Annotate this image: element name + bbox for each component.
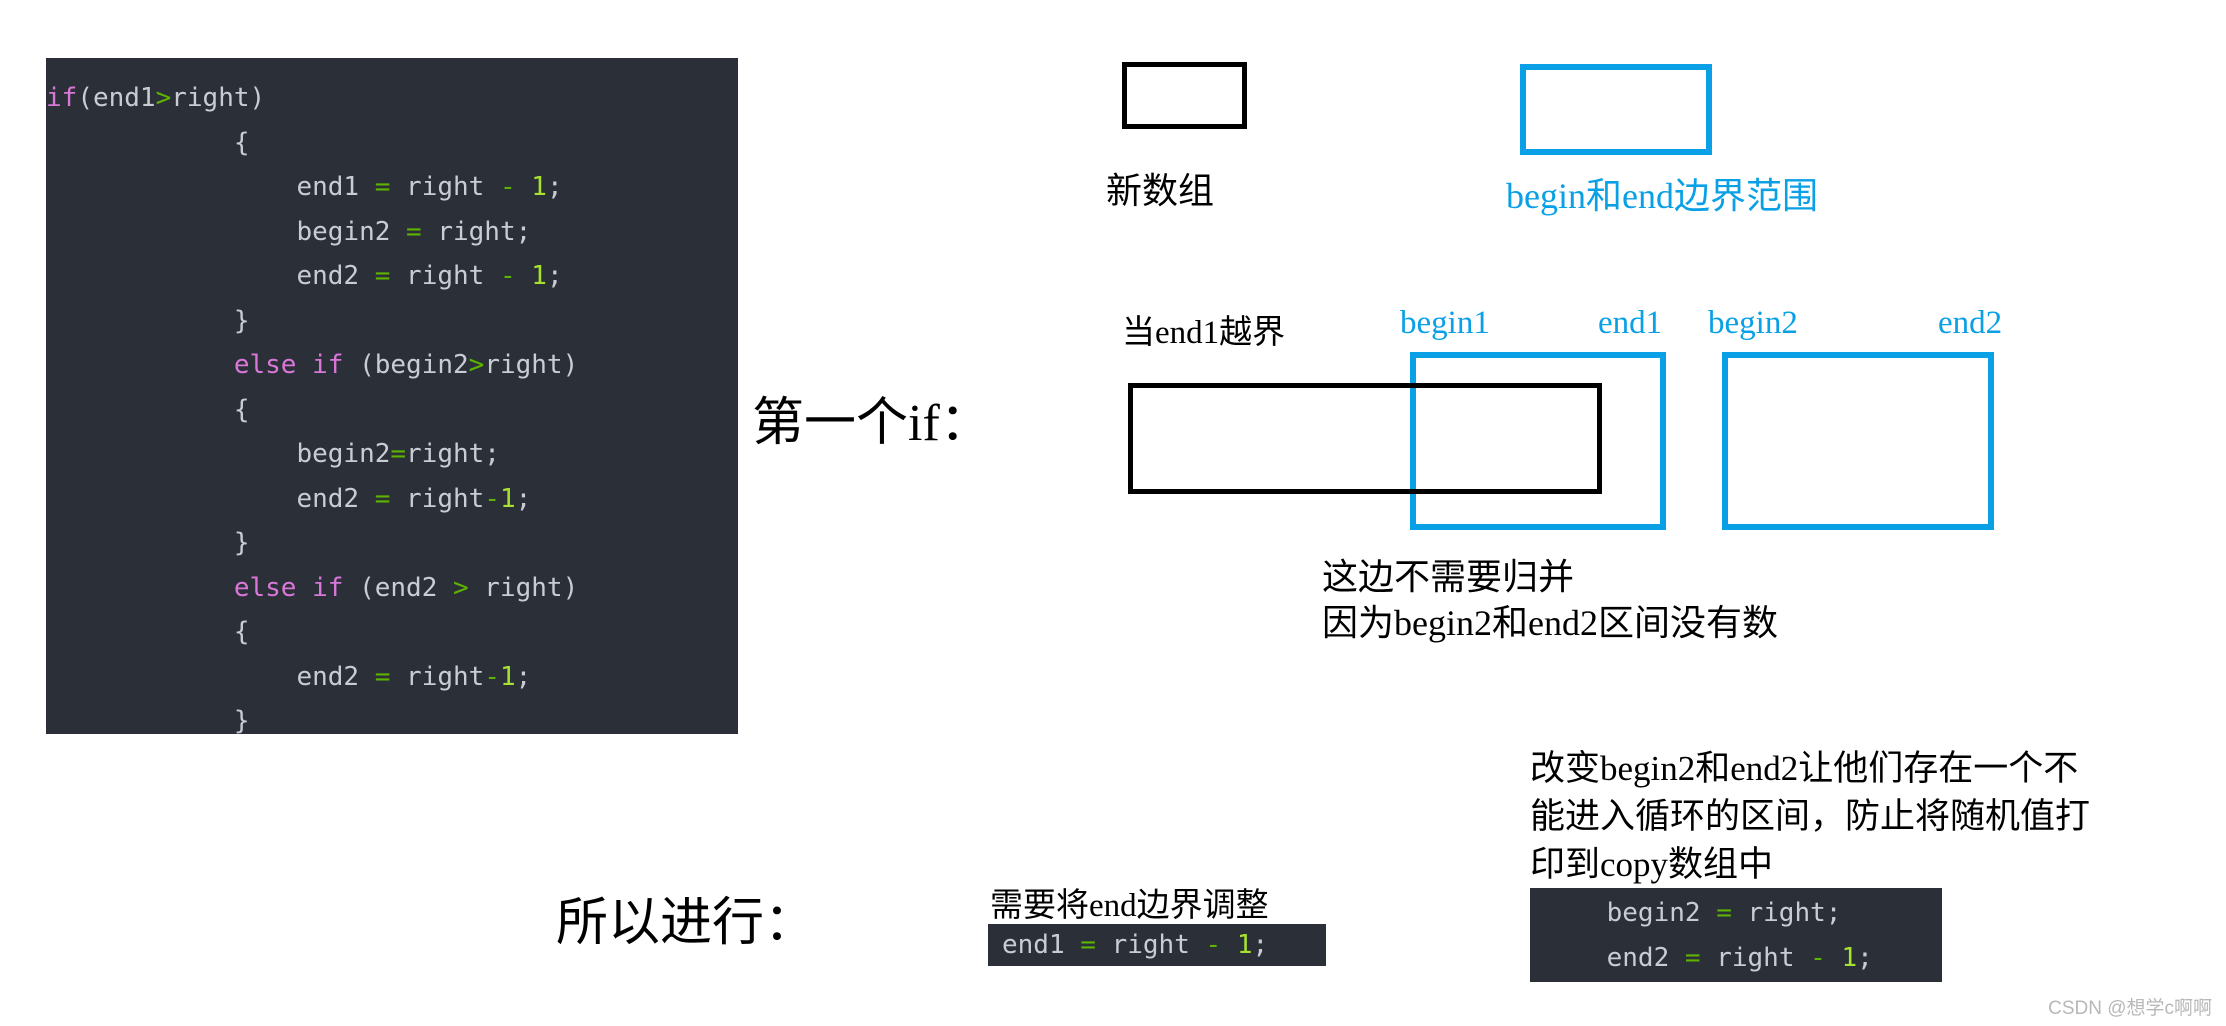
legend-new-array-box [1122,62,1247,129]
diagram-new-array-box [1128,383,1602,494]
heading-so-proceed: 所以进行： [556,895,817,952]
diagram-range-box-begin2-end2 [1722,352,1994,530]
code-line: else if (begin2>right) [233,350,579,380]
csdn-watermark: CSDN @想学c啊啊 [2048,998,2212,1019]
heading-first-if: 第一个if： [752,395,992,452]
diagram-label-end2: end2 [1938,305,2003,341]
code-line: } [46,706,250,736]
diagram-label-begin2: begin2 [1708,305,1798,341]
slide-canvas: if(end1>right) { end1 = right - 1; begin… [0,0,2226,1026]
code-block-if-chain: if(end1>right) { end1 = right - 1; begin… [46,58,738,736]
code-line: end2 = right - 1; [46,261,563,291]
code-snippet-end1-assign: end1 = right - 1; [988,924,1326,966]
diagram-title-end1-out-of-bounds: 当end1越界 [1122,315,1286,351]
code-line: begin2 = right; [1544,898,1842,928]
legend-new-array-label: 新数组 [1106,171,1215,211]
diagram-label-end1: end1 [1598,305,1663,341]
diagram-note-no-merge-needed: 这边不需要归并 因为begin2和end2区间没有数 [1322,557,1778,643]
note-change-begin2-end2: 改变begin2和end2让他们存在一个不 能进入循环的区间，防止将随机值打 印… [1530,749,2091,884]
code-line: } [46,305,250,336]
legend-range-label: begin和end边界范围 [1506,176,1818,216]
code-line: { [46,394,250,425]
code-line: } [46,528,250,558]
code-line: { [46,617,250,647]
code-line: end1 = right - 1; [46,172,563,202]
diagram-label-begin1: begin1 [1400,305,1490,341]
code-line: begin2 = right; [46,216,532,247]
code-line: end1 = right - 1; [1002,930,1269,960]
code-line: if(end1>right) [46,83,266,113]
legend-range-box [1520,64,1712,155]
code-line: { [46,127,250,158]
code-line: end2 = right-1; [46,483,532,514]
code-line: begin2=right; [46,439,500,469]
code-snippet-begin2-end2-assign: begin2 = right; end2 = right - 1; [1530,888,1942,982]
note-adjust-end-boundary: 需要将end边界调整 [990,888,1269,924]
code-line: end2 = right-1; [46,661,532,692]
code-line: else if (end2 > right) [233,572,579,603]
code-line: end2 = right - 1; [1544,942,1873,973]
